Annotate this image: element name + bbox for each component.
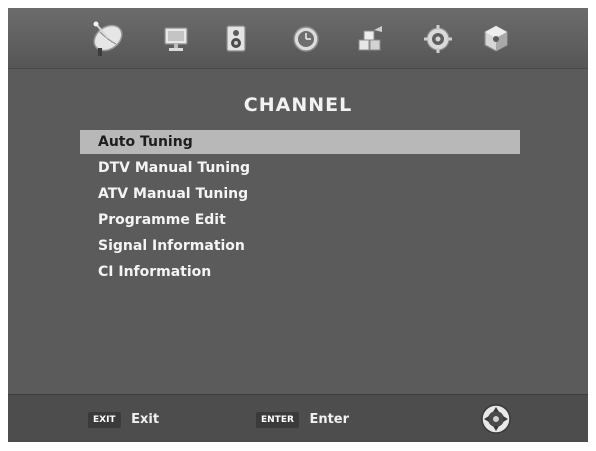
menu-item-auto-tuning[interactable]: Auto Tuning: [80, 130, 520, 154]
dpad-icon: [480, 403, 512, 435]
menu-item-signal-information[interactable]: Signal Information: [80, 234, 520, 258]
monitor-icon: [164, 27, 188, 51]
menu-item-label: Auto Tuning: [98, 134, 193, 150]
satellite-dish-icon: [93, 21, 123, 56]
menu-item-programme-edit[interactable]: Programme Edit: [80, 208, 520, 232]
tab-usb[interactable]: [476, 18, 516, 58]
clock-icon: [293, 26, 319, 52]
menu-item-label: Signal Information: [98, 238, 245, 254]
speaker-icon: [226, 25, 246, 52]
tab-setup[interactable]: [418, 18, 458, 58]
tab-picture[interactable]: [156, 18, 196, 58]
menu-item-ci-information[interactable]: CI Information: [80, 260, 520, 284]
tab-time[interactable]: [286, 18, 326, 58]
enter-hint[interactable]: ENTER Enter: [256, 411, 349, 429]
enter-label: Enter: [309, 412, 350, 427]
gear-icon: [424, 25, 452, 53]
channel-menu-list: Auto Tuning DTV Manual Tuning ATV Manual…: [80, 130, 520, 286]
menu-item-label: Programme Edit: [98, 212, 226, 228]
cube-icon: [484, 25, 508, 52]
tv-menu-screen: CHANNEL Auto Tuning DTV Manual Tuning AT…: [8, 8, 588, 442]
lock-blocks-icon: [358, 26, 382, 51]
menu-item-label: CI Information: [98, 264, 212, 280]
tab-channel[interactable]: [86, 18, 126, 58]
tab-sound[interactable]: [216, 18, 256, 58]
enter-key: ENTER: [256, 412, 299, 428]
exit-hint[interactable]: EXIT Exit: [88, 411, 159, 429]
page-title: CHANNEL: [243, 94, 353, 116]
exit-key: EXIT: [88, 412, 121, 428]
menu-item-dtv-manual-tuning[interactable]: DTV Manual Tuning: [80, 156, 520, 180]
exit-label: Exit: [131, 412, 160, 427]
footer-hint-bar: EXIT Exit ENTER Enter: [8, 394, 588, 442]
menu-item-label: DTV Manual Tuning: [98, 160, 251, 176]
menu-item-label: ATV Manual Tuning: [98, 186, 249, 202]
tab-lock[interactable]: [350, 18, 390, 58]
menu-tab-bar: [8, 8, 588, 69]
menu-item-atv-manual-tuning[interactable]: ATV Manual Tuning: [80, 182, 520, 206]
